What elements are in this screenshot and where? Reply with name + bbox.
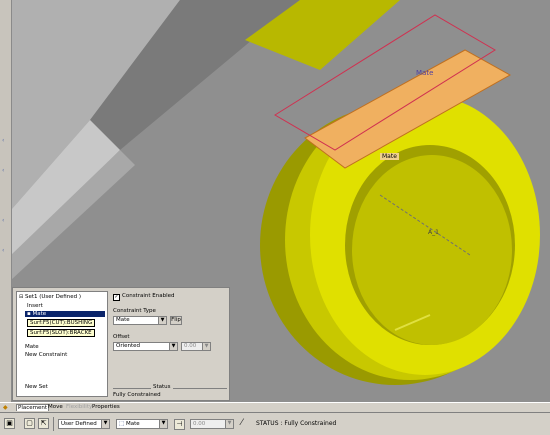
constraint-icon: ▪ [27, 311, 31, 317]
status-value: Fully Constrained [113, 392, 161, 398]
offset-field[interactable]: 0.00 ▼ [190, 419, 234, 429]
component-window-icon[interactable]: ▢ [24, 418, 35, 429]
checkbox-icon[interactable]: ✓ [113, 294, 120, 301]
constraint-dropdown[interactable]: ⬚ Mate ▼ [116, 419, 168, 429]
constraint-tree[interactable]: ⊟ Set1 (User Defined ) Insert ▪ Mate Sur… [16, 291, 108, 397]
separator [53, 417, 54, 431]
chevron-down-icon[interactable]: ▼ [225, 420, 233, 428]
expand-arrow-icon[interactable]: ‹ [2, 168, 8, 174]
mate-label-top: Mate [416, 69, 434, 77]
expand-arrow-icon[interactable]: ‹ [2, 138, 8, 144]
dashboard-bar: ▣ ▢ ⇱ User Defined ▼ ⬚ Mate ▼ ⊣ 0.00 ▼ ⁄ ST… [0, 412, 550, 435]
chevron-down-icon[interactable]: ▼ [101, 420, 109, 428]
chevron-down-icon[interactable]: ▼ [202, 343, 210, 350]
status-text: STATUS : Fully Constrained [256, 420, 337, 427]
mate-label: Mate [32, 311, 47, 317]
tree-new-set[interactable]: New Set [25, 384, 48, 390]
constraint-type-dropdown[interactable]: Mate ▼ [113, 316, 167, 325]
constraint-value: Mate [125, 421, 140, 427]
tree-new-constraint[interactable]: New Constraint [25, 352, 67, 358]
reference-surface-1[interactable]: Surf:F5(CUT):BUSHING [27, 319, 96, 327]
minus-icon[interactable]: ⊟ [19, 294, 23, 300]
constraint-enabled-label: Constraint Enabled [122, 293, 175, 299]
mate-label-middle: Mate [380, 153, 399, 160]
placement-mode-icon[interactable]: ▣ [4, 418, 15, 429]
chevron-down-icon[interactable]: ▼ [158, 317, 166, 324]
connection-type-value: User Defined [61, 421, 97, 427]
connection-type-dropdown[interactable]: User Defined ▼ [58, 419, 110, 429]
left-toolbar-strip: ‹ ‹ ‹ ‹ [0, 0, 12, 402]
flip-icon[interactable]: ⊣ [174, 419, 185, 430]
constraint-enabled-checkbox[interactable]: ✓ Constraint Enabled [113, 293, 175, 301]
tab-placement[interactable]: Placement [16, 404, 50, 411]
constraint-properties: ✓ Constraint Enabled Constraint Type Mate… [113, 291, 227, 398]
tree-ref2[interactable]: Surf:F5(SLOT):BRACKE [27, 329, 95, 337]
placement-panel: ⊟ Set1 (User Defined ) Insert ▪ Mate Sur… [12, 287, 230, 401]
tab-properties[interactable]: Properties [92, 404, 120, 410]
tree-mate-selected[interactable]: ▪ Mate [25, 311, 105, 317]
tree-set-header[interactable]: ⊟ Set1 (User Defined ) [19, 294, 81, 300]
constraint-icon: ⬚ [119, 421, 125, 427]
tree-mate2[interactable]: Mate [25, 344, 39, 350]
tab-flexibility[interactable]: Flexibility [66, 404, 92, 410]
offset-type-dropdown[interactable]: Oriented ▼ [113, 342, 178, 351]
axis-label: A_1 [428, 229, 439, 236]
expand-arrow-icon[interactable]: ‹ [2, 218, 8, 224]
offset-number: 0.00 [184, 343, 197, 349]
offset-type-value: Oriented [116, 343, 141, 349]
offset-value-field[interactable]: 0.00 ▼ [181, 342, 211, 351]
reference-surface-2[interactable]: Surf:F5(SLOT):BRACKE [27, 329, 95, 337]
offset-label: Offset [113, 334, 130, 340]
set-label: Set1 (User Defined ) [24, 294, 82, 300]
tree-ref1[interactable]: Surf:F5(CUT):BUSHING [27, 319, 96, 327]
offset-value: 0.00 [193, 421, 206, 427]
tree-insert[interactable]: Insert [27, 303, 43, 309]
constraint-status-icon: ⁄ [241, 418, 243, 428]
expand-arrow-icon[interactable]: ‹ [2, 248, 8, 254]
constraint-type-value: Mate [116, 317, 130, 323]
status-heading: Status [151, 384, 173, 390]
constraint-type-label: Constraint Type [113, 308, 156, 314]
chevron-down-icon[interactable]: ▼ [169, 343, 177, 350]
flip-button[interactable]: Flip [170, 316, 182, 325]
tab-warning-icon: ◆ [3, 404, 8, 411]
tab-move[interactable]: Move [48, 404, 63, 410]
pointer-icon[interactable]: ⇱ [38, 418, 49, 429]
chevron-down-icon[interactable]: ▼ [159, 420, 167, 428]
